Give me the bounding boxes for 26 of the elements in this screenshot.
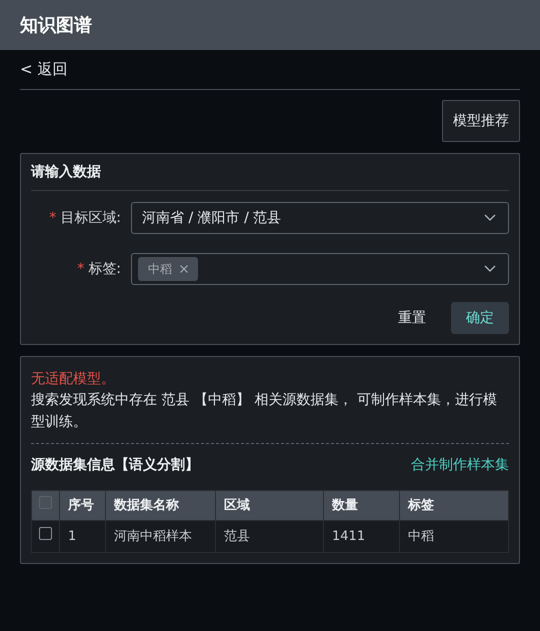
close-icon[interactable] xyxy=(180,265,188,273)
warning-text: 无适配模型。 xyxy=(31,370,116,389)
confirm-button[interactable]: 确定 xyxy=(451,302,509,334)
chevron-down-icon xyxy=(484,265,496,273)
region-select[interactable]: 河南省 / 濮阳市 / 范县 xyxy=(131,202,509,234)
table-cell: 中稻 xyxy=(400,520,508,552)
field-label: 目标区域: xyxy=(60,208,121,228)
reset-button[interactable]: 重置 xyxy=(383,302,441,334)
back-link[interactable]: < 返回 xyxy=(20,58,68,81)
section-title: 源数据集信息【语义分割】 xyxy=(31,456,199,474)
tag-label: 中稻 xyxy=(148,261,172,278)
checkbox[interactable] xyxy=(39,526,52,540)
merge-link[interactable]: 合并制作样本集 xyxy=(411,454,509,476)
required-mark: * xyxy=(49,208,56,228)
table-cell: 河南中稻样本 xyxy=(106,520,216,552)
page-title: 知识图谱 xyxy=(20,14,92,38)
required-mark: * xyxy=(77,260,84,278)
recommend-button[interactable]: 模型推荐 xyxy=(442,100,520,142)
result-message: 搜索发现系统中存在 范县 【中稻】 相关源数据集， 可制作样本集，进行模型训练。 xyxy=(31,391,498,432)
field-label: 标签: xyxy=(88,260,121,278)
card-title: 请输入数据 xyxy=(31,162,101,182)
chevron-down-icon xyxy=(484,214,496,222)
table-cell: 范县 xyxy=(216,520,324,552)
tag-select[interactable]: 中稻 xyxy=(131,253,509,285)
table-cell: 1 xyxy=(60,520,106,552)
table-cell: 1411 xyxy=(324,520,400,552)
